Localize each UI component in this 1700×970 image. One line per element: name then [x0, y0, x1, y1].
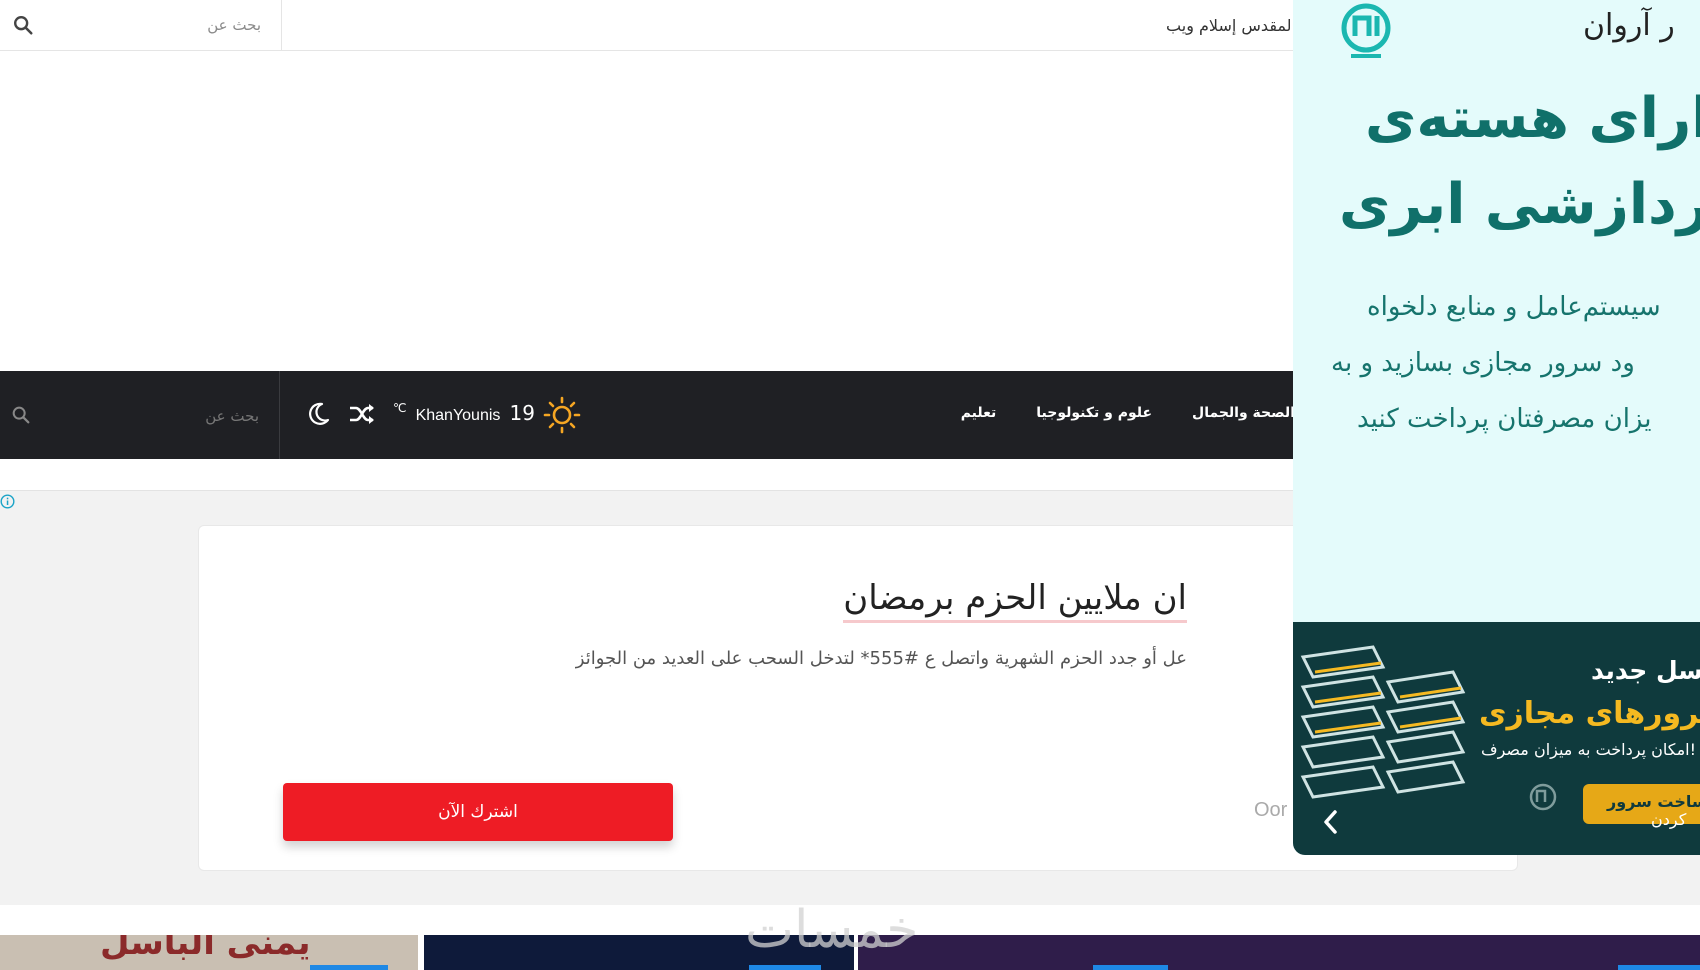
search-icon[interactable]: [12, 14, 34, 36]
subscribe-button[interactable]: اشترك الآن: [283, 783, 673, 841]
ad-line: سیستم‌عامل و منابع دلخواه: [1367, 292, 1661, 322]
ad-headline-1: دارای هسته‌ی: [1365, 86, 1700, 151]
news-ticker[interactable]: المقدس إسلام ويب: [1166, 16, 1296, 35]
ad-banner-subtitle: سرورهای مجازی: [1479, 696, 1700, 731]
arvan-logo: [1529, 783, 1557, 811]
ad-banner-title: سل جدید: [1591, 656, 1700, 685]
chevron-left-icon[interactable]: [1318, 807, 1344, 837]
ad-line: ود سرور مجازی بسازید و به: [1331, 348, 1635, 378]
thumbnail-bar: [310, 965, 388, 970]
weather-temp: 19: [509, 401, 535, 425]
overlay-ad[interactable]: ر آروان دارای هسته‌ی پردازشی ابری سیستم‌…: [1293, 0, 1700, 855]
shuffle-icon[interactable]: [348, 401, 376, 427]
thumbnail-bar: [1618, 965, 1700, 970]
weather-city: KhanYounis: [415, 407, 501, 424]
search-icon[interactable]: [10, 404, 32, 426]
nav-links: الصحة والجمال علوم و تكنولوجيا تعليم: [961, 405, 1295, 421]
weather-unit: ℃: [393, 401, 407, 415]
ad-banner-small-text: کردن: [1651, 810, 1687, 829]
thumbnail-text: يمنى الباسل: [100, 935, 311, 963]
ad-banner-note: امکان پرداخت به میزان مصرف!: [1481, 740, 1697, 759]
thumbnail-bar: [1093, 965, 1168, 970]
top-search-box[interactable]: بحث عن: [0, 0, 282, 51]
nav-search-box[interactable]: بحث عن: [0, 371, 280, 459]
thumbnail-bar: [749, 965, 821, 970]
article-thumbnail[interactable]: [858, 935, 1700, 970]
promo-description: عل أو جدد الحزم الشهرية واتصل ع #555* لت…: [575, 648, 1187, 669]
weather-widget: ℃ KhanYounis 19: [393, 401, 535, 425]
ad-banner[interactable]: سل جدید سرورهای مجازی امکان پرداخت به می…: [1293, 622, 1700, 855]
article-thumbnail[interactable]: يمنى الباسل: [0, 935, 418, 970]
promo-title: ان ملايين الحزم برمضان: [843, 578, 1187, 623]
nav-search-placeholder: بحث عن: [205, 407, 259, 425]
top-search-placeholder: بحث عن: [207, 16, 261, 34]
promo-brand: Oor: [1254, 799, 1288, 821]
nav-link-science[interactable]: علوم و تكنولوجيا: [1036, 405, 1152, 421]
nav-link-health[interactable]: الصحة والجمال: [1192, 405, 1295, 421]
ad-headline-2: پردازشی ابری: [1339, 172, 1700, 237]
arvan-logo: [1341, 3, 1391, 58]
ad-brand: ر آروان: [1583, 8, 1675, 43]
moon-icon[interactable]: [305, 401, 331, 427]
watermark: خمسات: [745, 900, 919, 960]
info-icon[interactable]: [0, 494, 15, 509]
nav-link-education[interactable]: تعليم: [961, 405, 997, 421]
sun-icon: [543, 396, 581, 434]
ad-line: یزان مصرفتان پرداخت کنید: [1357, 404, 1652, 434]
